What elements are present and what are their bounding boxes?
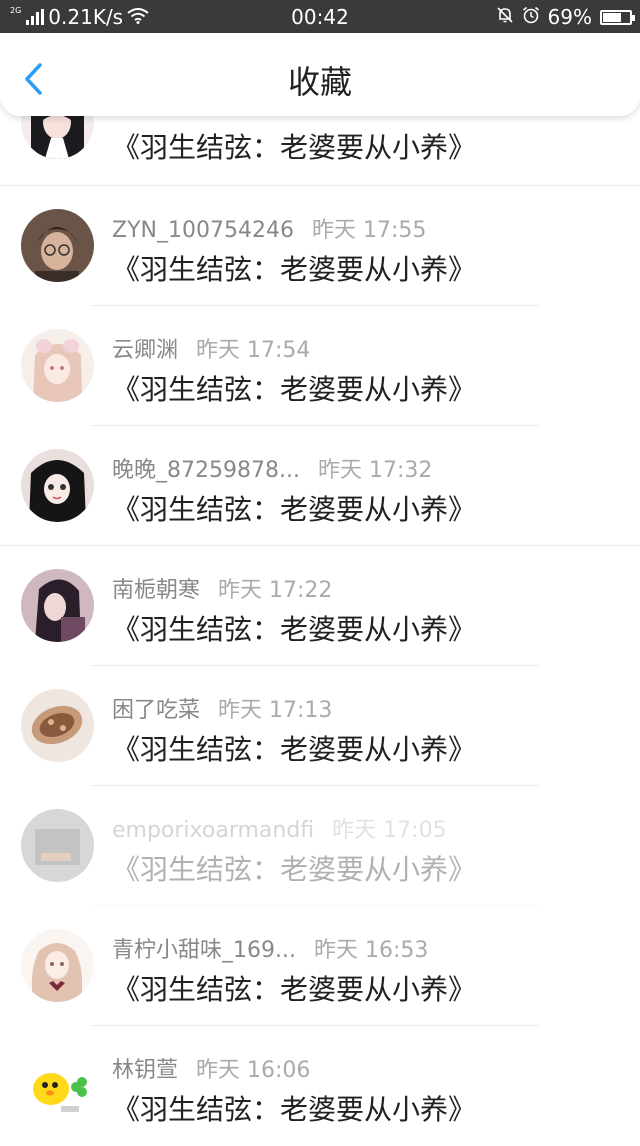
avatar xyxy=(21,1049,94,1122)
book-title: 《羽生结弦：老婆要从小养》 xyxy=(112,373,477,406)
avatar xyxy=(21,329,94,402)
timestamp: 昨天 17:22 xyxy=(218,578,333,603)
avatar xyxy=(21,929,94,1002)
list-item[interactable]: 南栀朝寒 昨天 17:22 《羽生结弦：老婆要从小养》 xyxy=(0,546,640,666)
list-item[interactable]: ZYN_100754246 昨天 17:55 《羽生结弦：老婆要从小养》 xyxy=(0,186,640,306)
user-name: 晚晚_87259878... xyxy=(112,458,300,483)
timestamp: 昨天 17:13 xyxy=(218,698,333,723)
favorites-list: 《羽生结弦：老婆要从小养》 ZYN_100754246 昨天 17:55 《羽生结… xyxy=(0,86,640,1146)
status-bar: 2G 0.21K/s 00:42 69% xyxy=(0,0,640,33)
timestamp: 昨天 17:54 xyxy=(196,338,311,363)
user-name: emporixoarmandfi xyxy=(112,818,315,843)
timestamp: 昨天 16:06 xyxy=(196,1058,311,1083)
book-title: 《羽生结弦：老婆要从小养》 xyxy=(112,131,477,164)
avatar xyxy=(21,449,94,522)
nav-header: 收藏 xyxy=(0,33,640,116)
page-title: 收藏 xyxy=(287,63,352,101)
list-item[interactable]: 林钥萱 昨天 16:06 《羽生结弦：老婆要从小养》 xyxy=(0,1026,640,1146)
avatar xyxy=(21,569,94,642)
alarm-icon xyxy=(522,5,540,29)
user-name: ZYN_100754246 xyxy=(112,218,294,243)
book-title: 《羽生结弦：老婆要从小养》 xyxy=(112,973,477,1006)
book-title: 《羽生结弦：老婆要从小养》 xyxy=(112,253,477,286)
user-name: 林钥萱 xyxy=(112,1058,179,1083)
user-name: 南栀朝寒 xyxy=(112,578,201,603)
timestamp: 昨天 17:05 xyxy=(332,818,447,843)
book-title: 《羽生结弦：老婆要从小养》 xyxy=(112,733,477,766)
list-item[interactable]: 青柠小甜味_169... 昨天 16:53 《羽生结弦：老婆要从小养》 xyxy=(0,906,640,1026)
mute-icon xyxy=(496,5,514,29)
list-item[interactable]: 晚晚_87259878... 昨天 17:32 《羽生结弦：老婆要从小养》 xyxy=(0,426,640,546)
battery-percent: 69% xyxy=(547,5,592,29)
list-item[interactable]: emporixoarmandfi 昨天 17:05 《羽生结弦：老婆要从小养》 xyxy=(0,786,640,906)
list-item[interactable]: 困了吃菜 昨天 17:13 《羽生结弦：老婆要从小养》 xyxy=(0,666,640,786)
list-item[interactable]: 《羽生结弦：老婆要从小养》 xyxy=(0,86,640,186)
timestamp: 昨天 17:55 xyxy=(311,218,427,243)
avatar xyxy=(21,209,94,282)
user-name: 青柠小甜味_169... xyxy=(112,938,296,963)
book-title: 《羽生结弦：老婆要从小养》 xyxy=(112,613,477,646)
book-title: 《羽生结弦：老婆要从小养》 xyxy=(112,1093,477,1126)
avatar xyxy=(21,689,94,762)
book-title: 《羽生结弦：老婆要从小养》 xyxy=(112,853,477,886)
timestamp: 昨天 17:32 xyxy=(317,458,433,483)
timestamp: 昨天 16:53 xyxy=(313,938,429,963)
book-title: 《羽生结弦：老婆要从小养》 xyxy=(112,493,477,526)
user-name: 困了吃菜 xyxy=(112,698,201,723)
list-item[interactable]: 云卿渊 昨天 17:54 《羽生结弦：老婆要从小养》 xyxy=(0,306,640,426)
user-name: 云卿渊 xyxy=(112,338,179,363)
battery-icon xyxy=(600,9,635,25)
avatar xyxy=(21,809,94,882)
